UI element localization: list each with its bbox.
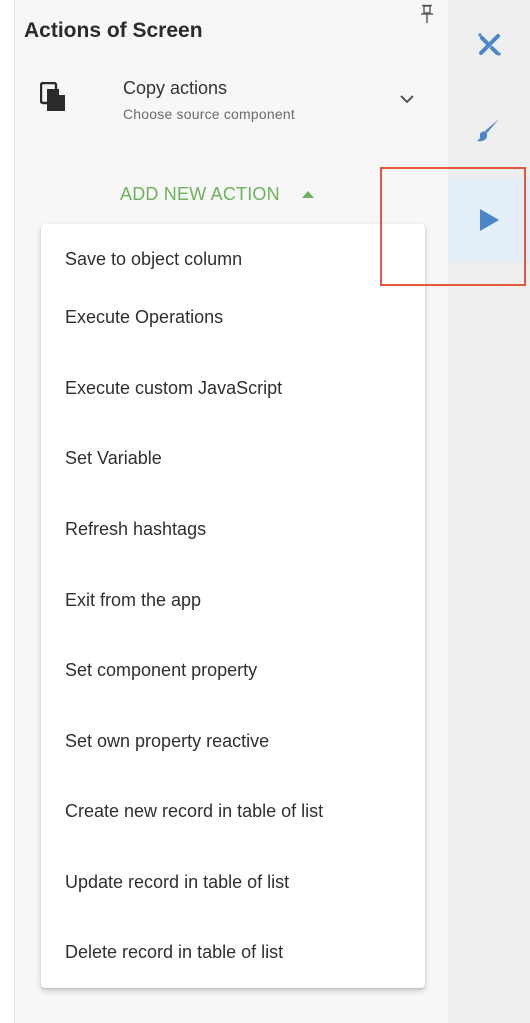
menu-item-set-variable[interactable]: Set Variable [41, 423, 425, 494]
action-type-dropdown: Save to object column Execute Operations… [41, 224, 425, 988]
panel-title: Actions of Screen [24, 19, 203, 43]
left-edge-divider [0, 0, 15, 1023]
menu-item-set-own-property-reactive[interactable]: Set own property reactive [41, 706, 425, 777]
menu-item-exit-from-the-app[interactable]: Exit from the app [41, 565, 425, 636]
chevron-down-icon[interactable] [398, 90, 416, 108]
copy-actions-selector[interactable]: Copy actions Choose source component [15, 70, 448, 140]
copy-icon [40, 82, 65, 111]
add-new-action-button[interactable]: ADD NEW ACTION [120, 184, 314, 205]
add-new-action-label: ADD NEW ACTION [120, 184, 280, 204]
menu-item-execute-custom-javascript[interactable]: Execute custom JavaScript [41, 353, 425, 424]
copy-actions-subtitle: Choose source component [123, 106, 295, 122]
copy-actions-title: Copy actions [123, 78, 228, 98]
rail-item-actions[interactable] [448, 178, 530, 262]
rail-item-brush[interactable] [448, 88, 530, 172]
right-tool-rail [448, 0, 530, 1023]
menu-item-create-new-record[interactable]: Create new record in table of list [41, 776, 425, 847]
panel-title-bold: Screen [132, 19, 203, 42]
pin-icon[interactable] [420, 4, 434, 24]
play-icon [480, 209, 499, 231]
menu-item-set-component-property[interactable]: Set component property [41, 635, 425, 706]
menu-item-refresh-hashtags[interactable]: Refresh hashtags [41, 494, 425, 565]
menu-item-delete-record[interactable]: Delete record in table of list [41, 917, 425, 988]
caret-up-icon [301, 191, 314, 198]
menu-item-execute-operations[interactable]: Execute Operations [41, 282, 425, 353]
menu-item-update-record[interactable]: Update record in table of list [41, 847, 425, 918]
magic-tools-icon [478, 33, 501, 56]
panel-title-prefix: Actions of [24, 19, 133, 42]
rail-item-magic-tools[interactable] [448, 2, 530, 86]
brush-icon [477, 119, 499, 142]
